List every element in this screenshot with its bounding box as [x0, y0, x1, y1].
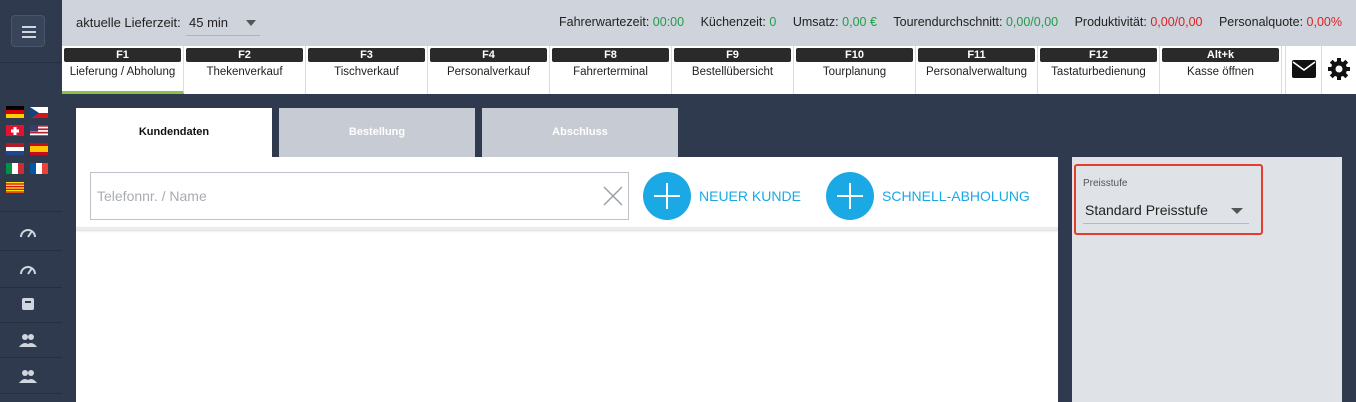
sidebar-divider [0, 322, 62, 323]
flag-it-icon[interactable] [6, 162, 24, 174]
stat-productivity: Produktivität: 0,00/0,00 [1074, 15, 1203, 29]
flag-es-icon[interactable] [30, 143, 48, 155]
left-sidebar [0, 0, 62, 402]
flag-cz-icon[interactable] [30, 106, 48, 118]
mail-button[interactable] [1285, 46, 1321, 94]
flag-catalonia-icon[interactable] [6, 181, 24, 193]
fkey-label: Tischverkauf [334, 66, 399, 78]
plus-icon [643, 172, 691, 220]
delivery-time-label: aktuelle Lieferzeit: [76, 15, 181, 30]
fkey-label: Lieferung / Abholung [69, 66, 176, 78]
hamburger-menu-button[interactable] [11, 15, 45, 47]
users-icon[interactable] [19, 332, 37, 348]
fkey-shortcut: F11 [918, 48, 1035, 62]
fkey-label: Tastaturbedienung [1051, 66, 1146, 78]
fkey-shortcut: F4 [430, 48, 547, 62]
fkey-label: Tourplanung [822, 66, 887, 78]
fkey-label: Personalverkauf [446, 66, 531, 78]
sidebar-divider [0, 393, 62, 394]
speedometer-icon[interactable] [19, 225, 37, 241]
tab-customer-data[interactable]: Kundendaten [76, 108, 272, 157]
sidebar-divider [0, 357, 62, 358]
stat-revenue: Umsatz: 0,00 € [792, 15, 877, 29]
gear-icon [1328, 58, 1350, 80]
fkey-shortcut: F10 [796, 48, 913, 62]
flag-us-icon[interactable] [30, 124, 48, 136]
price-level-value: Standard Preisstufe [1085, 202, 1208, 218]
fkey-shortcut: F2 [186, 48, 303, 62]
flag-ch-icon[interactable] [6, 124, 24, 136]
divider [76, 227, 1058, 230]
price-level-highlight: Preisstufe Standard Preisstufe [1074, 164, 1263, 235]
fkey-shortcut: F8 [552, 48, 669, 62]
sidebar-divider [0, 62, 62, 63]
fkey-delivery-pickup[interactable]: F1 Lieferung / Abholung [62, 46, 184, 94]
fkey-tour-planning[interactable]: F10 Tourplanung [794, 46, 916, 94]
fkey-label: Kasse öffnen [1187, 66, 1254, 78]
sidebar-divider [0, 287, 62, 288]
quick-pickup-label: SCHNELL-ABHOLUNG [882, 188, 1030, 204]
fkey-order-overview[interactable]: F9 Bestellübersicht [672, 46, 794, 94]
new-customer-button[interactable]: NEUER KUNDE [643, 172, 813, 220]
tab-checkout[interactable]: Abschluss [482, 108, 678, 157]
fkey-label: Thekenverkauf [206, 66, 283, 78]
chevron-down-icon [1231, 208, 1243, 214]
stat-staff-ratio: Personalquote: 0,00% [1218, 15, 1342, 29]
sidebar-divider [0, 250, 62, 251]
fkey-shortcut: F9 [674, 48, 791, 62]
price-level-panel: Preisstufe Standard Preisstufe [1072, 157, 1342, 402]
function-key-bar: F1 Lieferung / Abholung F2 Thekenverkauf F… [62, 46, 1356, 94]
fkey-keyboard-control[interactable]: F12 Tastaturbedienung [1038, 46, 1160, 94]
mail-icon [1292, 60, 1316, 78]
stat-driver-wait: Fahrerwartezeit: 00:00 [559, 15, 685, 29]
fkey-staff-sale[interactable]: F4 Personalverkauf [428, 46, 550, 94]
price-level-label: Preisstufe [1083, 178, 1128, 189]
fkey-shortcut: F12 [1040, 48, 1157, 62]
users-icon[interactable] [19, 368, 37, 384]
box-icon[interactable] [19, 296, 37, 312]
stats-row: Fahrerwartezeit: 00:00 Küchenzeit: 0 Ums… [546, 15, 1342, 29]
chevron-down-icon [246, 20, 256, 26]
speedometer-icon[interactable] [19, 262, 37, 278]
fkey-staff-management[interactable]: F11 Personalverwaltung [916, 46, 1038, 94]
new-customer-label: NEUER KUNDE [699, 188, 801, 204]
delivery-time-value: 45 min [189, 15, 229, 30]
plus-icon [826, 172, 874, 220]
fkey-open-register[interactable]: Alt+k Kasse öffnen [1160, 46, 1282, 94]
stat-tour-average: Tourendurchschnitt: 0,00/0,00 [893, 15, 1059, 29]
customer-search-input[interactable] [97, 185, 577, 207]
fkey-driver-terminal[interactable]: F8 Fahrerterminal [550, 46, 672, 94]
price-level-select[interactable]: Standard Preisstufe [1083, 198, 1249, 224]
settings-button[interactable] [1321, 46, 1356, 94]
flag-fr-icon[interactable] [30, 162, 48, 174]
flag-nl-icon[interactable] [6, 143, 24, 155]
status-bar: aktuelle Lieferzeit: 45 min Fahrerwartez… [62, 0, 1356, 46]
sidebar-divider [0, 211, 62, 212]
fkey-shortcut: Alt+k [1162, 48, 1279, 62]
tab-order[interactable]: Bestellung [279, 108, 475, 157]
fkey-counter-sale[interactable]: F2 Thekenverkauf [184, 46, 306, 94]
fkey-label: Fahrerterminal [573, 66, 648, 78]
customer-data-panel: NEUER KUNDE SCHNELL-ABHOLUNG [76, 157, 1058, 402]
close-icon[interactable] [602, 185, 624, 207]
flag-de-icon[interactable] [6, 106, 24, 118]
delivery-time-select[interactable]: 45 min [186, 10, 260, 36]
fkey-label: Personalverwaltung [925, 66, 1027, 78]
fkey-shortcut: F1 [64, 48, 181, 62]
stat-kitchen-time: Küchenzeit: 0 [700, 15, 777, 29]
fkey-shortcut: F3 [308, 48, 425, 62]
quick-pickup-button[interactable]: SCHNELL-ABHOLUNG [826, 172, 1046, 220]
fkey-label: Bestellübersicht [691, 66, 774, 78]
customer-search-box[interactable] [90, 172, 629, 220]
fkey-table-sale[interactable]: F3 Tischverkauf [306, 46, 428, 94]
